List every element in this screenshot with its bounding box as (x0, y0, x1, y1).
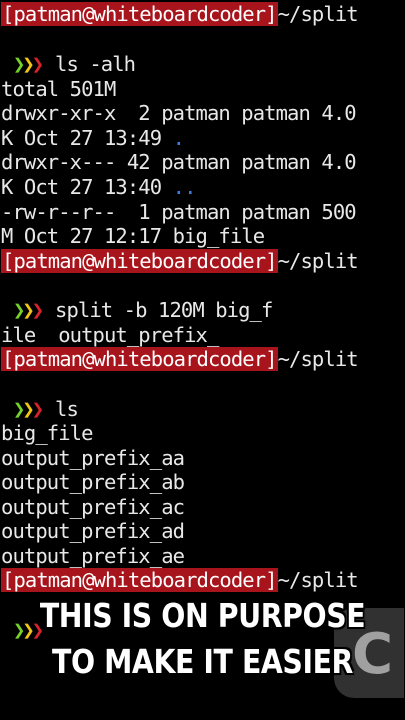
output-line: drwxr-x--- 42 patman patman 4.0 (1, 150, 357, 174)
dir-entry-current: . (172, 126, 185, 150)
command-line: ❯❯❯ ls (1, 397, 79, 421)
caption-line-2: TO MAKE IT EASIER (52, 642, 353, 681)
prompt-arrow-icon: ❯❯❯ (13, 298, 44, 322)
file-list-item: output_prefix_ad (1, 519, 185, 543)
command-text: ls -alh (55, 52, 136, 76)
output-line: M Oct 27 12:17 big_file (1, 224, 265, 248)
file-list-item: output_prefix_ab (1, 470, 185, 494)
caption-line-1: THIS IS ON PURPOSE (39, 596, 366, 635)
prompt-cwd: ~/split (277, 568, 359, 592)
command-line: ❯❯❯ split -b 120M big_f (1, 298, 273, 322)
file-list-item: output_prefix_aa (1, 446, 185, 470)
command-text: ls (55, 397, 79, 421)
file-list-item: output_prefix_ac (1, 495, 185, 519)
prompt-arrow-icon: ❯❯❯ (13, 397, 44, 421)
output-line: K Oct 27 13:40 .. (1, 175, 196, 199)
output-line: -rw-r--r-- 1 patman patman 500 (1, 200, 357, 224)
output-line: total 501M (1, 77, 116, 101)
file-list-item: output_prefix_ae (1, 544, 185, 568)
prompt-line: [patman@whiteboardcoder]~/split (1, 568, 359, 592)
prompt-user-host: [patman@whiteboardcoder] (1, 568, 278, 592)
prompt-cwd: ~/split (277, 249, 359, 273)
output-line: drwxr-xr-x 2 patman patman 4.0 (1, 101, 357, 125)
dir-entry-parent: .. (172, 175, 197, 199)
prompt-user-host: [patman@whiteboardcoder] (1, 2, 278, 26)
file-list-item: big_file (1, 421, 93, 445)
prompt-cwd: ~/split (277, 347, 359, 371)
prompt-user-host: [patman@whiteboardcoder] (1, 347, 278, 371)
command-text: split -b 120M big_f (55, 298, 273, 322)
prompt-user-host: [patman@whiteboardcoder] (1, 249, 278, 273)
prompt-cwd: ~/split (277, 2, 359, 26)
prompt-line: [patman@whiteboardcoder]~/split (1, 347, 359, 371)
output-line: K Oct 27 13:49 . (1, 126, 185, 150)
command-line: ❯❯❯ ls -alh (1, 52, 136, 76)
prompt-line: [patman@whiteboardcoder]~/split (1, 249, 359, 273)
prompt-line: [patman@whiteboardcoder]~/split (1, 2, 359, 26)
command-wrap-line: ile output_prefix_ (1, 323, 219, 347)
prompt-arrow-icon: ❯❯❯ (13, 52, 44, 76)
